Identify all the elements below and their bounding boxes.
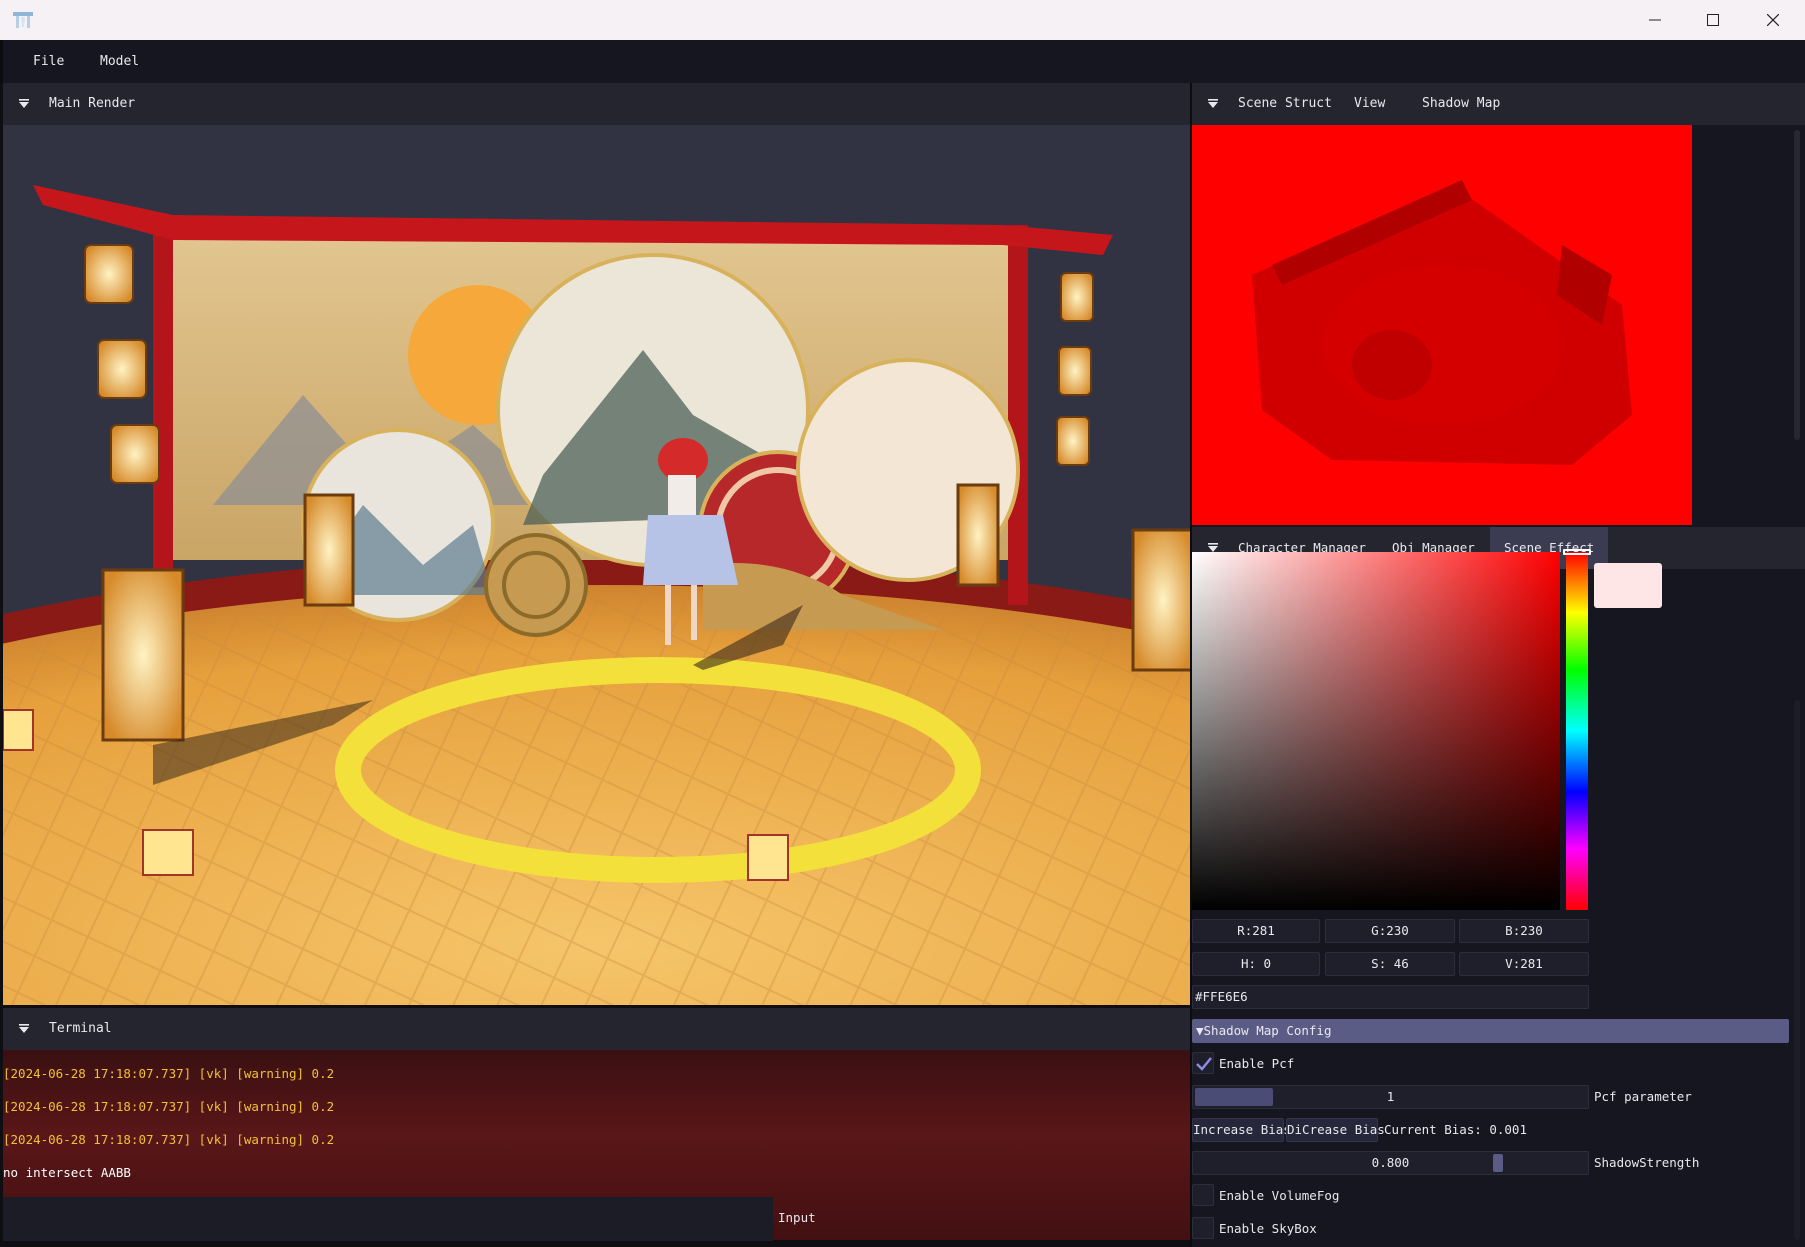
collapse-arrow-icon[interactable]	[19, 99, 29, 109]
close-button[interactable]	[1744, 0, 1802, 40]
main-render-header: Main Render	[3, 83, 1190, 125]
menu-bar: File Model	[0, 40, 1805, 83]
hue-slider-handle[interactable]	[1563, 549, 1591, 555]
blue-value-field[interactable]: B:230	[1459, 919, 1589, 943]
shadow-map-config-title: Shadow Map Config	[1203, 1023, 1332, 1038]
shadow-map-config-header[interactable]: ▼Shadow Map Config	[1192, 1019, 1789, 1043]
collapse-arrow-icon[interactable]	[1208, 99, 1218, 109]
menu-file[interactable]: File	[33, 40, 64, 83]
terminal-title: Terminal	[49, 1021, 112, 1036]
terminal-header: Terminal	[3, 1008, 1190, 1050]
shadow-preview-scrollbar[interactable]	[1794, 130, 1800, 440]
terminal-line: [2024-06-28 17:18:07.737] [vk] [warning]…	[3, 1099, 335, 1114]
current-bias-text: Current Bias: 0.001	[1384, 1122, 1527, 1137]
pcf-parameter-slider[interactable]: 1	[1192, 1085, 1589, 1109]
checkmark-icon	[1196, 1057, 1212, 1071]
enable-volumefog-checkbox[interactable]	[1192, 1184, 1214, 1206]
shadow-strength-label: ShadowStrength	[1594, 1155, 1700, 1170]
shadow-strength-value: 0.800	[1371, 1155, 1410, 1170]
collapse-arrow-icon: ▼	[1196, 1023, 1204, 1038]
hue-value-field[interactable]: H: 0	[1192, 952, 1320, 976]
menu-model[interactable]: Model	[100, 40, 139, 83]
tab-shadow-map[interactable]: Shadow Map	[1422, 83, 1500, 125]
app-icon	[12, 10, 34, 30]
decrease-bias-button[interactable]: DiCrease Bias	[1286, 1118, 1385, 1142]
enable-volumefog-label: Enable VolumeFog	[1219, 1188, 1340, 1203]
render-scene-image	[3, 185, 1190, 1005]
pcf-value: 1	[1386, 1089, 1395, 1104]
color-saturation-value-picker[interactable]	[1192, 552, 1560, 910]
selected-color-swatch[interactable]	[1594, 563, 1662, 608]
terminal-line: [2024-06-28 17:18:07.737] [vk] [warning]…	[3, 1132, 335, 1147]
close-icon	[1767, 14, 1779, 26]
maximize-button[interactable]	[1684, 0, 1742, 40]
red-value-field[interactable]: R:281	[1192, 919, 1320, 943]
right-panel-scrollbar[interactable]	[1794, 700, 1800, 1240]
shadow-map-image	[1252, 180, 1632, 465]
saturation-value-field[interactable]: S: 46	[1325, 952, 1455, 976]
minimize-button[interactable]	[1626, 0, 1684, 40]
increase-bias-button[interactable]: Increase Bias	[1192, 1118, 1291, 1142]
tab-scene-struct[interactable]: Scene Struct	[1238, 83, 1332, 125]
enable-skybox-checkbox[interactable]	[1192, 1217, 1214, 1239]
main-render-title: Main Render	[49, 96, 136, 111]
enable-pcf-label: Enable Pcf	[1219, 1056, 1295, 1071]
main-render-viewport[interactable]	[3, 125, 1190, 1005]
tab-view[interactable]: View	[1354, 83, 1385, 125]
window-title-bar[interactable]	[0, 0, 1805, 40]
terminal-input-field[interactable]	[3, 1197, 773, 1241]
maximize-icon	[1707, 14, 1719, 26]
pcf-parameter-label: Pcf parameter	[1594, 1089, 1692, 1104]
terminal-line: [2024-06-28 17:18:07.737] [vk] [warning]…	[3, 1066, 335, 1081]
enable-skybox-label: Enable SkyBox	[1219, 1221, 1317, 1236]
value-value-field[interactable]: V:281	[1459, 952, 1589, 976]
shadow-map-preview	[1192, 125, 1692, 525]
shadow-strength-handle[interactable]	[1493, 1154, 1503, 1172]
scene-struct-header: Scene Struct View Shadow Map	[1192, 83, 1805, 125]
terminal-line: no intersect AABB	[3, 1165, 131, 1180]
green-value-field[interactable]: G:230	[1325, 919, 1455, 943]
color-hue-slider[interactable]	[1566, 552, 1588, 910]
shadow-strength-slider[interactable]: 0.800	[1192, 1151, 1589, 1175]
hex-color-field[interactable]: #FFE6E6	[1192, 985, 1589, 1009]
terminal-input-label: Input	[778, 1210, 816, 1225]
collapse-arrow-icon[interactable]	[19, 1024, 29, 1034]
enable-pcf-checkbox[interactable]	[1192, 1052, 1214, 1074]
minimize-icon	[1649, 19, 1661, 21]
